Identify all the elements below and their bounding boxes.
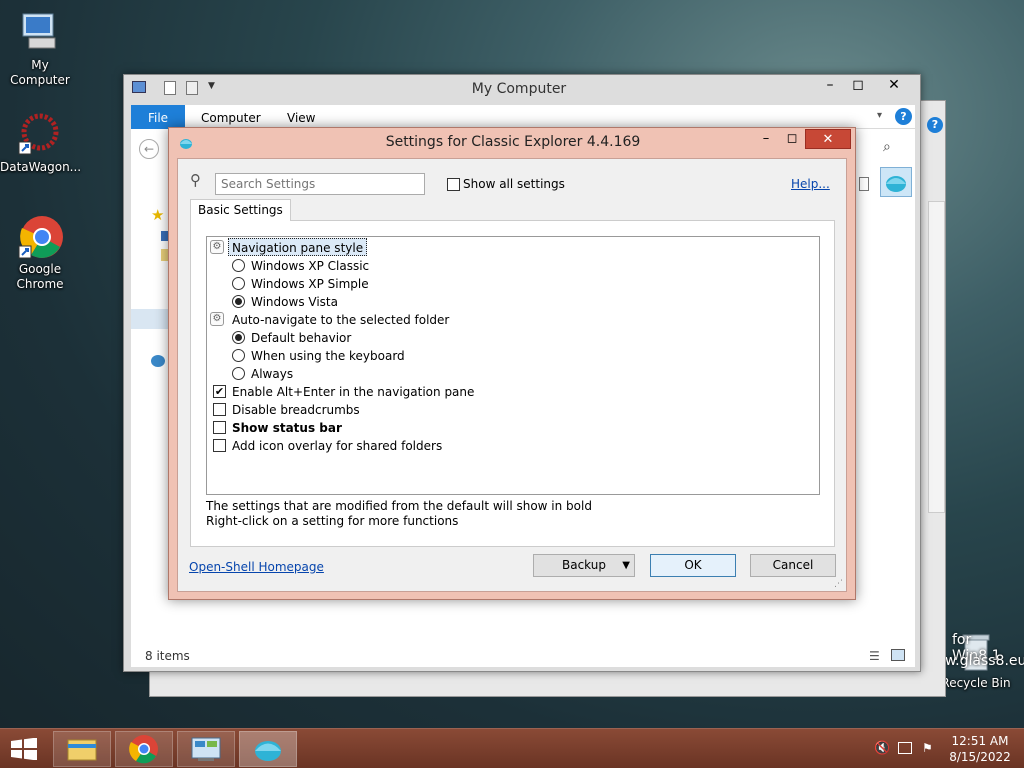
action-center-flag-icon[interactable]: ⚑ <box>922 741 933 755</box>
open-shell-homepage-link[interactable]: Open-Shell Homepage <box>189 558 324 576</box>
back-button[interactable]: ← <box>139 139 159 159</box>
help-link[interactable]: Help... <box>791 175 830 193</box>
status-item-count: 8 items <box>145 649 190 663</box>
ribbon-tabs: File Computer View ▾ ? <box>131 105 915 129</box>
setting-group-nav-pane-style[interactable]: Navigation pane style <box>228 238 368 256</box>
desktop-icon-label: DataWagon... <box>0 160 82 174</box>
close-button[interactable]: ✕ <box>872 75 916 96</box>
search-icon[interactable]: ⌕ <box>883 139 891 155</box>
radio-vista[interactable] <box>232 295 245 308</box>
desktop-icon-datawagon[interactable]: DataWagon... <box>0 112 82 175</box>
taskbar-file-explorer[interactable] <box>53 731 111 767</box>
desktop-icon-label: Recycle Bin <box>941 676 1011 690</box>
radio-keyboard[interactable] <box>232 349 245 362</box>
setting-show-status-bar[interactable]: Show status bar <box>232 419 342 437</box>
checkbox-disable-breadcrumbs[interactable] <box>213 403 226 416</box>
taskbar-classic-explorer-settings[interactable] <box>239 731 297 767</box>
details-view-icon[interactable]: ☰ <box>869 649 880 663</box>
dialog-close-button[interactable]: ✕ <box>805 129 851 149</box>
setting-always[interactable]: Always <box>251 365 293 383</box>
taskbar-chrome[interactable] <box>115 731 173 767</box>
radio-default-behavior[interactable] <box>232 331 245 344</box>
help-icon[interactable]: ? <box>895 108 912 125</box>
dialog-minimize-button[interactable]: – <box>753 129 779 149</box>
clock-time[interactable]: 12:51 AM <box>940 734 1020 748</box>
search-icon: ⚲ <box>190 171 201 189</box>
cancel-button[interactable]: Cancel <box>750 554 836 577</box>
desktop-icon-chrome[interactable]: Google Chrome <box>0 214 80 292</box>
desktop-icon-label: Google Chrome <box>16 262 64 291</box>
radio-xp-simple[interactable] <box>232 277 245 290</box>
favorites-star-icon[interactable]: ★ <box>151 206 164 224</box>
tab-panel: ⚙ Navigation pane style Windows XP Class… <box>190 220 835 547</box>
gear-icon: ⚙ <box>210 240 224 254</box>
watermark-line2: w.glass8.eu <box>945 653 1024 669</box>
radio-always[interactable] <box>232 367 245 380</box>
help-icon[interactable]: ? <box>927 117 943 133</box>
settings-dialog: Settings for Classic Explorer 4.4.169 – … <box>168 127 856 600</box>
clock-date[interactable]: 8/15/2022 <box>940 750 1020 764</box>
setting-xp-simple[interactable]: Windows XP Simple <box>251 275 369 293</box>
checkbox-show-status-bar[interactable] <box>213 421 226 434</box>
window-title: My Computer <box>471 81 567 97</box>
dialog-maximize-button[interactable]: ◻ <box>779 129 805 149</box>
backup-label: Backup <box>562 558 606 572</box>
datawagon-icon <box>17 112 63 158</box>
network-icon[interactable] <box>151 355 165 367</box>
view-pane-icon[interactable] <box>859 177 869 191</box>
maximize-button[interactable]: ◻ <box>844 75 872 96</box>
show-all-settings-label: Show all settings <box>463 177 565 191</box>
gear-icon: ⚙ <box>210 312 224 326</box>
chrome-icon <box>17 214 63 260</box>
computer-icon <box>17 10 63 56</box>
setting-icon-overlay[interactable]: Add icon overlay for shared folders <box>232 437 442 455</box>
ok-button[interactable]: OK <box>650 554 736 577</box>
desktop-icon-my-computer[interactable]: My Computer <box>0 10 80 88</box>
taskbar: 🔇 ⚑ 12:51 AM 8/15/2022 <box>0 728 1024 768</box>
checkbox-icon-overlay[interactable] <box>213 439 226 452</box>
dialog-body: ⚲ Show all settings Help... Basic Settin… <box>177 158 847 592</box>
start-button[interactable] <box>10 737 38 761</box>
tab-computer[interactable]: Computer <box>187 105 275 129</box>
settings-tree: ⚙ Navigation pane style Windows XP Class… <box>206 236 820 495</box>
search-settings-input[interactable] <box>215 173 425 195</box>
setting-vista[interactable]: Windows Vista <box>251 293 338 311</box>
dropdown-arrow-icon: ▼ <box>622 560 630 571</box>
setting-keyboard[interactable]: When using the keyboard <box>251 347 405 365</box>
tab-file[interactable]: File <box>131 105 185 129</box>
taskbar-control-panel[interactable] <box>177 731 235 767</box>
minimize-button[interactable]: – <box>816 75 844 96</box>
hint-right-click: Right-click on a setting for more functi… <box>206 514 459 528</box>
radio-xp-classic[interactable] <box>232 259 245 272</box>
resize-grip-icon[interactable]: ⋰ <box>834 579 843 589</box>
chevron-down-icon[interactable]: ▾ <box>877 110 882 121</box>
setting-group-auto-navigate[interactable]: Auto-navigate to the selected folder <box>232 311 449 329</box>
setting-alt-enter[interactable]: Enable Alt+Enter in the navigation pane <box>232 383 474 401</box>
volume-muted-icon[interactable]: 🔇 <box>874 741 890 756</box>
desktop-icon-label: My Computer <box>10 58 70 87</box>
classic-explorer-settings-button[interactable] <box>880 167 912 197</box>
large-icons-view-icon[interactable] <box>891 649 905 661</box>
setting-xp-classic[interactable]: Windows XP Classic <box>251 257 369 275</box>
tab-basic-settings[interactable]: Basic Settings <box>190 199 291 221</box>
backup-button[interactable]: Backup ▼ <box>533 554 635 577</box>
show-all-settings-checkbox[interactable] <box>447 178 460 191</box>
setting-disable-breadcrumbs[interactable]: Disable breadcrumbs <box>232 401 360 419</box>
setting-default-behavior[interactable]: Default behavior <box>251 329 351 347</box>
checkbox-alt-enter[interactable]: ✔ <box>213 385 226 398</box>
network-tray-icon[interactable] <box>898 742 912 754</box>
tab-view[interactable]: View <box>273 105 329 129</box>
scrollbar[interactable] <box>928 201 945 513</box>
computer-nav-item[interactable] <box>131 309 171 329</box>
